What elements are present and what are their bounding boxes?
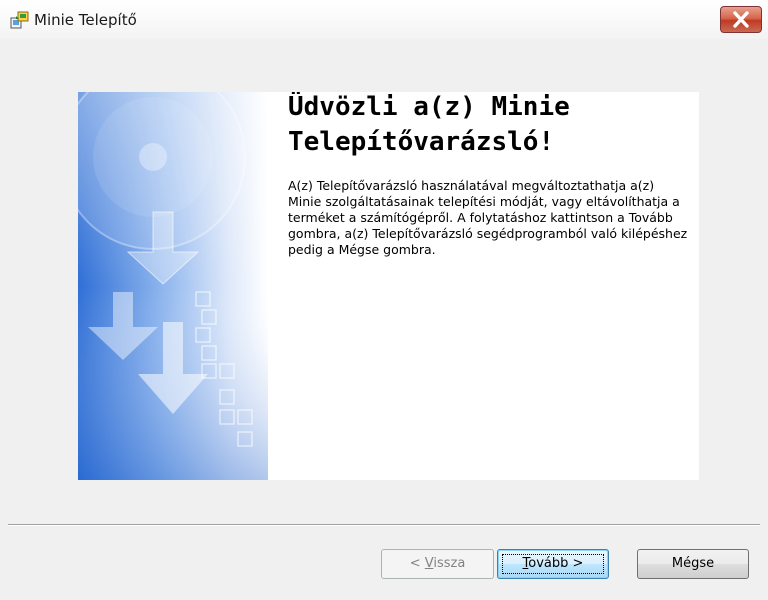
window-title: Minie Telepítő xyxy=(34,11,137,29)
cancel-button-label: Mégse xyxy=(671,556,715,571)
title-bar[interactable]: Minie Telepítő xyxy=(0,0,768,39)
description-line: gombra, a(z) Telepítővarázsló segédprogr… xyxy=(288,226,688,241)
back-button-prefix: < xyxy=(409,556,425,571)
close-icon xyxy=(733,11,749,28)
next-button[interactable]: Tovább > xyxy=(497,549,609,579)
description-line: A(z) Telepítővarázsló használatával megv… xyxy=(288,178,655,193)
back-button[interactable]: < Vissza xyxy=(381,549,494,579)
back-button-label: issza xyxy=(433,556,466,571)
description-line: pedig a Mégse gombra. xyxy=(288,242,436,257)
installer-window: Minie Telepítő Üdvözli a(z) Minie Telepí… xyxy=(0,0,768,600)
welcome-description: A(z) Telepítővarázsló használatával megv… xyxy=(288,178,699,258)
welcome-heading: Üdvözli a(z) Minie Telepítővarázsló! xyxy=(288,92,688,160)
description-line: Minie szolgáltatásainak telepítési módjá… xyxy=(288,194,680,209)
cancel-button[interactable]: Mégse xyxy=(637,549,749,579)
button-area-divider xyxy=(8,524,760,526)
close-button[interactable] xyxy=(720,6,762,33)
installer-app-icon xyxy=(10,10,30,30)
installer-side-art xyxy=(78,92,268,480)
next-button-label: ovább > xyxy=(528,556,584,571)
welcome-panel: Üdvözli a(z) Minie Telepítővarázsló! A(z… xyxy=(78,92,699,480)
welcome-heading-line-1: Üdvözli a(z) Minie xyxy=(288,92,570,122)
welcome-heading-line-2: Telepítővarázsló! xyxy=(288,127,555,157)
dialog-client-area: Üdvözli a(z) Minie Telepítővarázsló! A(z… xyxy=(8,39,760,600)
description-line: terméket a számítógépről. A folytatáshoz… xyxy=(288,210,673,225)
